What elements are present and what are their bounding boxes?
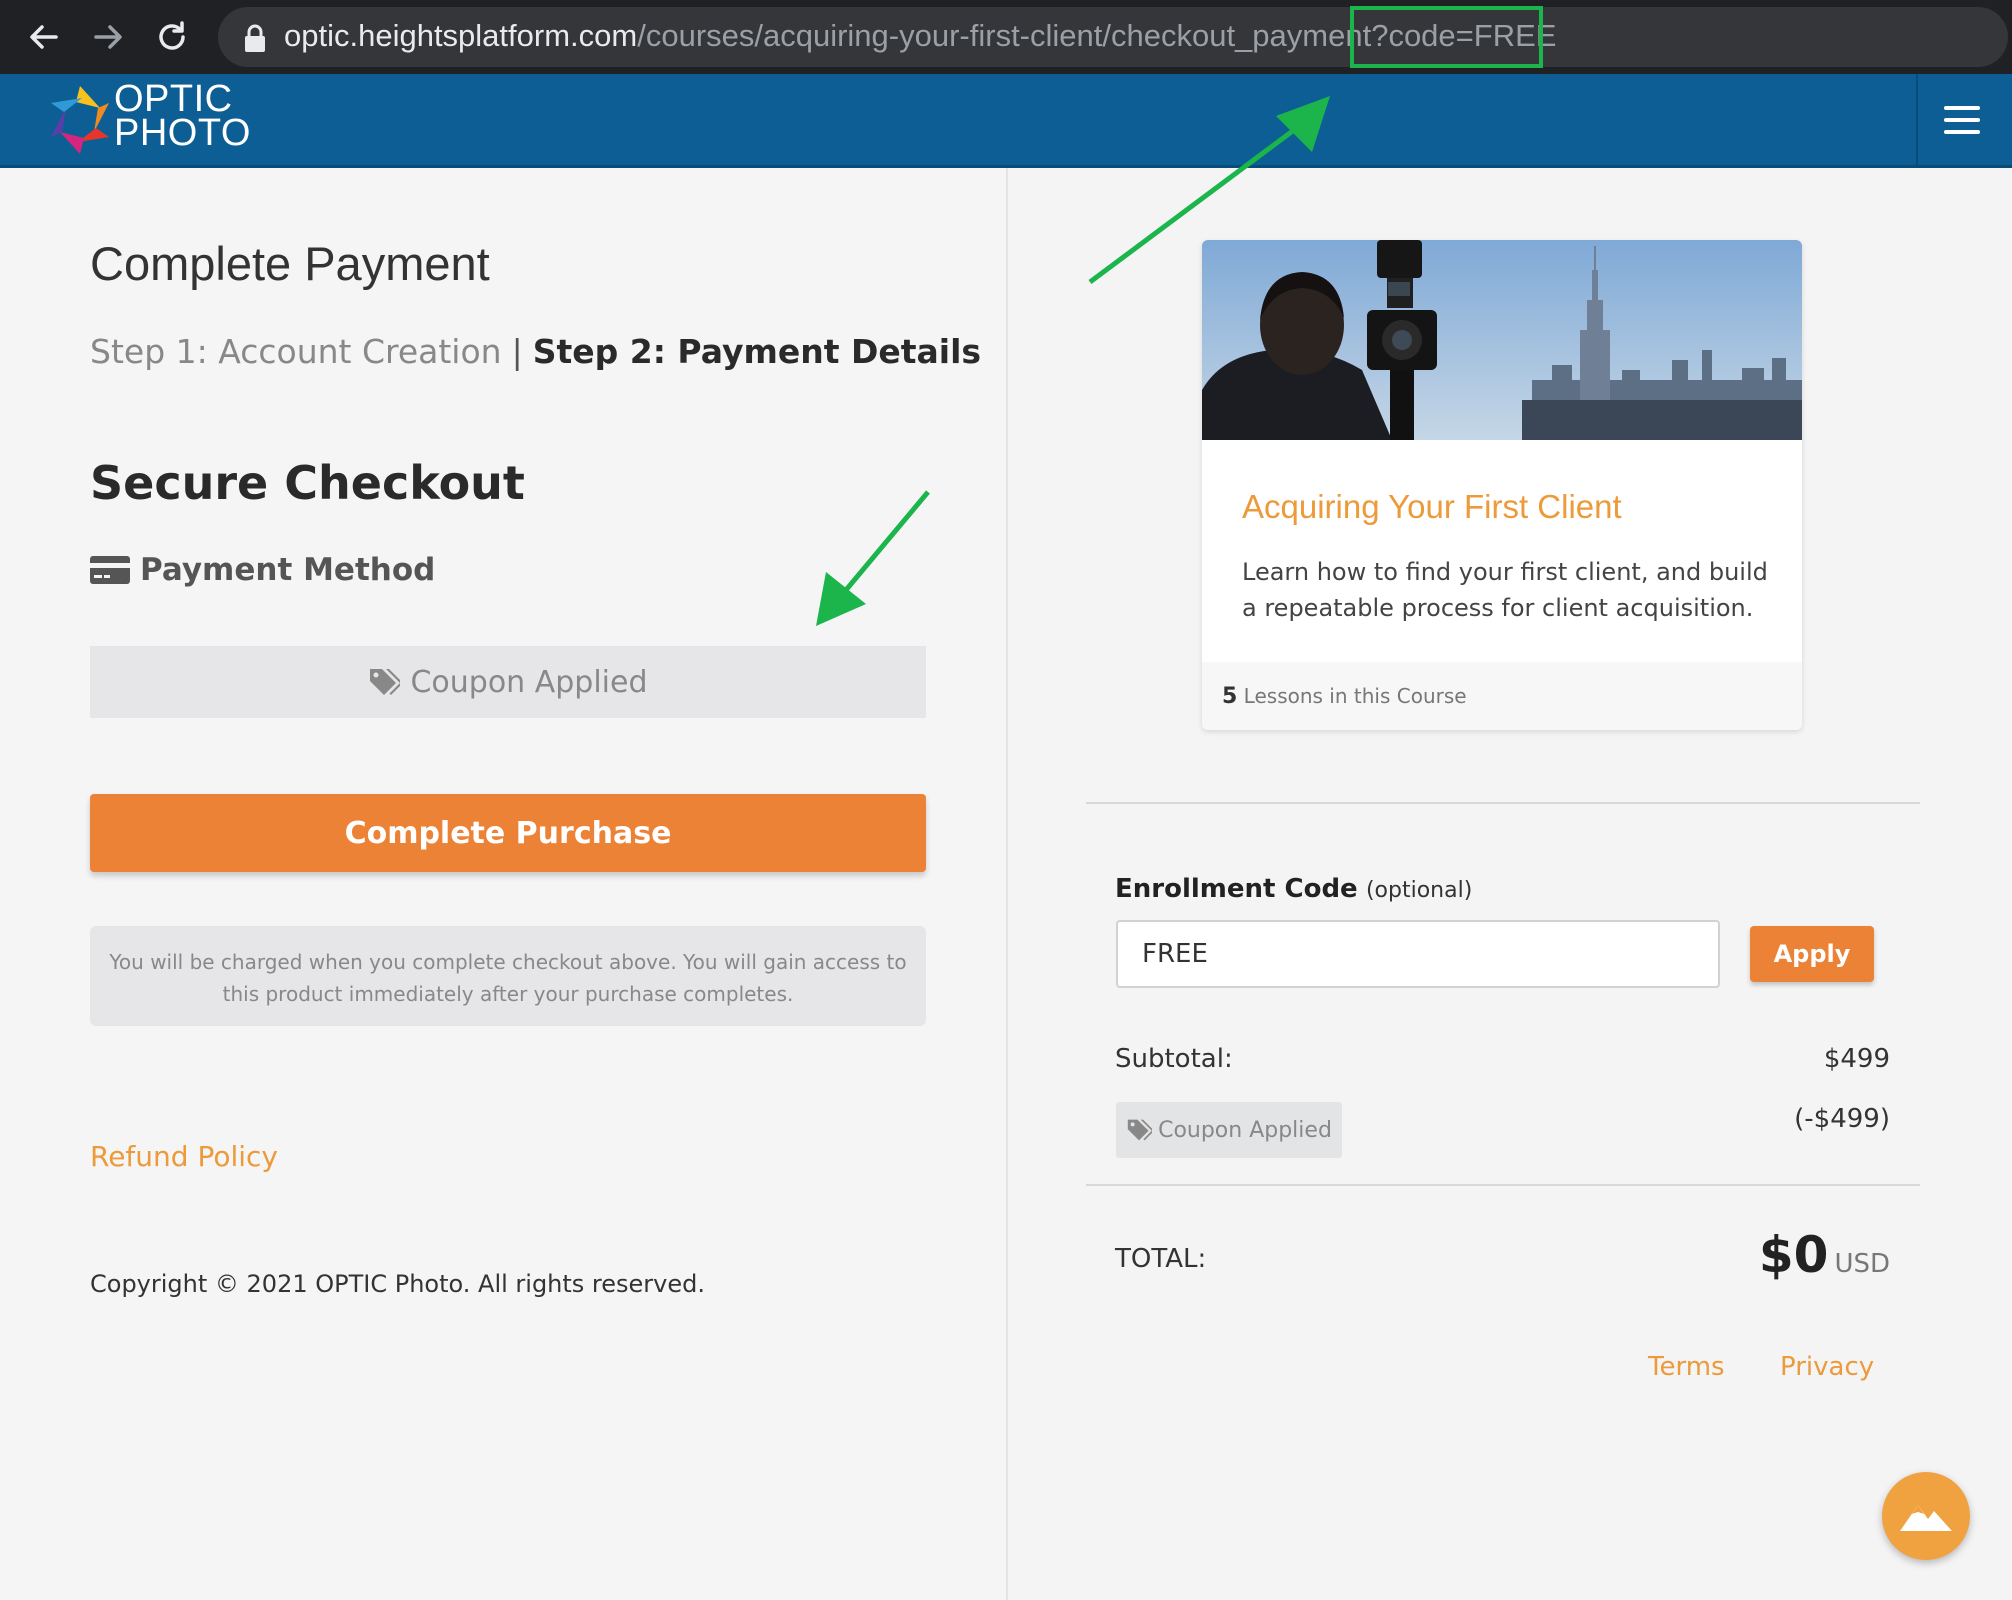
credit-card-icon — [90, 556, 130, 584]
course-cover-photo — [1202, 240, 1802, 440]
total-currency: USD — [1834, 1249, 1890, 1279]
logo-line-2: PHOTO — [114, 112, 251, 154]
forward-arrow-icon[interactable] — [85, 14, 131, 60]
enrollment-optional: (optional) — [1365, 878, 1473, 903]
lessons-count-bar: 5 Lessons in this Course — [1202, 662, 1802, 730]
step-separator: | — [511, 332, 523, 371]
browser-toolbar: optic.heightsplatform.com/courses/acquir… — [0, 0, 2012, 74]
header-divider — [1916, 74, 1918, 166]
course-title[interactable]: Acquiring Your First Client — [1242, 488, 1622, 526]
enrollment-code-title: Enrollment Code — [1115, 874, 1358, 904]
charge-notice: You will be charged when you complete ch… — [90, 926, 926, 1026]
charge-notice-line-2: this product immediately after your purc… — [222, 982, 794, 1006]
coupon-applied-box: Coupon Applied — [90, 646, 926, 718]
subtotal-value: $499 — [1823, 1044, 1890, 1074]
step-2-label: Step 2: Payment Details — [532, 332, 982, 371]
lessons-count: 5 — [1222, 684, 1238, 709]
total-value: $0 USD — [1759, 1226, 1890, 1284]
coupon-badge-label: Coupon Applied — [1158, 1117, 1332, 1143]
mountains-icon — [1900, 1505, 1952, 1531]
optic-photo-logo-icon[interactable] — [44, 84, 116, 156]
url-host: optic.heightsplatform.com — [284, 18, 638, 53]
reload-icon[interactable] — [149, 14, 195, 60]
total-amount: $0 — [1758, 1226, 1829, 1284]
enrollment-code-input[interactable] — [1116, 920, 1720, 988]
total-label: TOTAL: — [1115, 1244, 1207, 1274]
site-header — [0, 74, 2012, 168]
page-title: Complete Payment — [90, 237, 490, 290]
tags-icon — [1127, 1119, 1153, 1141]
payment-method-label: Payment Method — [140, 552, 436, 588]
enrollment-code-label: Enrollment Code (optional) — [1115, 874, 1472, 904]
privacy-link[interactable]: Privacy — [1780, 1352, 1874, 1382]
hamburger-icon[interactable] — [1944, 106, 1980, 134]
discount-value: (-$499) — [1794, 1104, 1890, 1134]
subtotal-label: Subtotal: — [1115, 1044, 1233, 1074]
summary-divider-top — [1086, 802, 1920, 804]
apply-code-button[interactable]: Apply — [1750, 926, 1874, 982]
complete-purchase-button[interactable]: Complete Purchase — [90, 794, 926, 872]
url-code-highlight-box — [1350, 6, 1543, 68]
lock-icon[interactable] — [240, 22, 270, 54]
summary-divider-bottom — [1086, 1184, 1920, 1186]
coupon-applied-label: Coupon Applied — [410, 664, 648, 700]
back-arrow-icon[interactable] — [21, 14, 67, 60]
logo-wordmark[interactable]: OPTIC PHOTO — [114, 78, 251, 154]
payment-method-row: Payment Method — [90, 550, 435, 590]
secure-checkout-heading: Secure Checkout — [90, 456, 525, 510]
checkout-panel — [0, 168, 1006, 1600]
terms-link[interactable]: Terms — [1648, 1352, 1725, 1382]
heights-chat-button[interactable] — [1882, 1472, 1970, 1560]
step-1-label[interactable]: Step 1: Account Creation — [90, 332, 502, 371]
coupon-applied-badge: Coupon Applied — [1116, 1102, 1342, 1158]
logo-line-1: OPTIC — [114, 78, 233, 120]
course-description: Learn how to find your first client, and… — [1242, 558, 1768, 622]
course-card[interactable]: Acquiring Your First Client Learn how to… — [1202, 240, 1802, 730]
column-divider — [1006, 168, 1008, 1600]
refund-policy-link[interactable]: Refund Policy — [90, 1140, 278, 1173]
lessons-label: Lessons in this Course — [1243, 684, 1467, 708]
checkout-steps: Step 1: Account Creation | Step 2: Payment… — [90, 332, 981, 371]
charge-notice-line-1: You will be charged when you complete ch… — [109, 950, 907, 974]
tags-icon — [370, 669, 401, 695]
copyright-text: Copyright © 2021 OPTIC Photo. All rights… — [90, 1270, 705, 1298]
